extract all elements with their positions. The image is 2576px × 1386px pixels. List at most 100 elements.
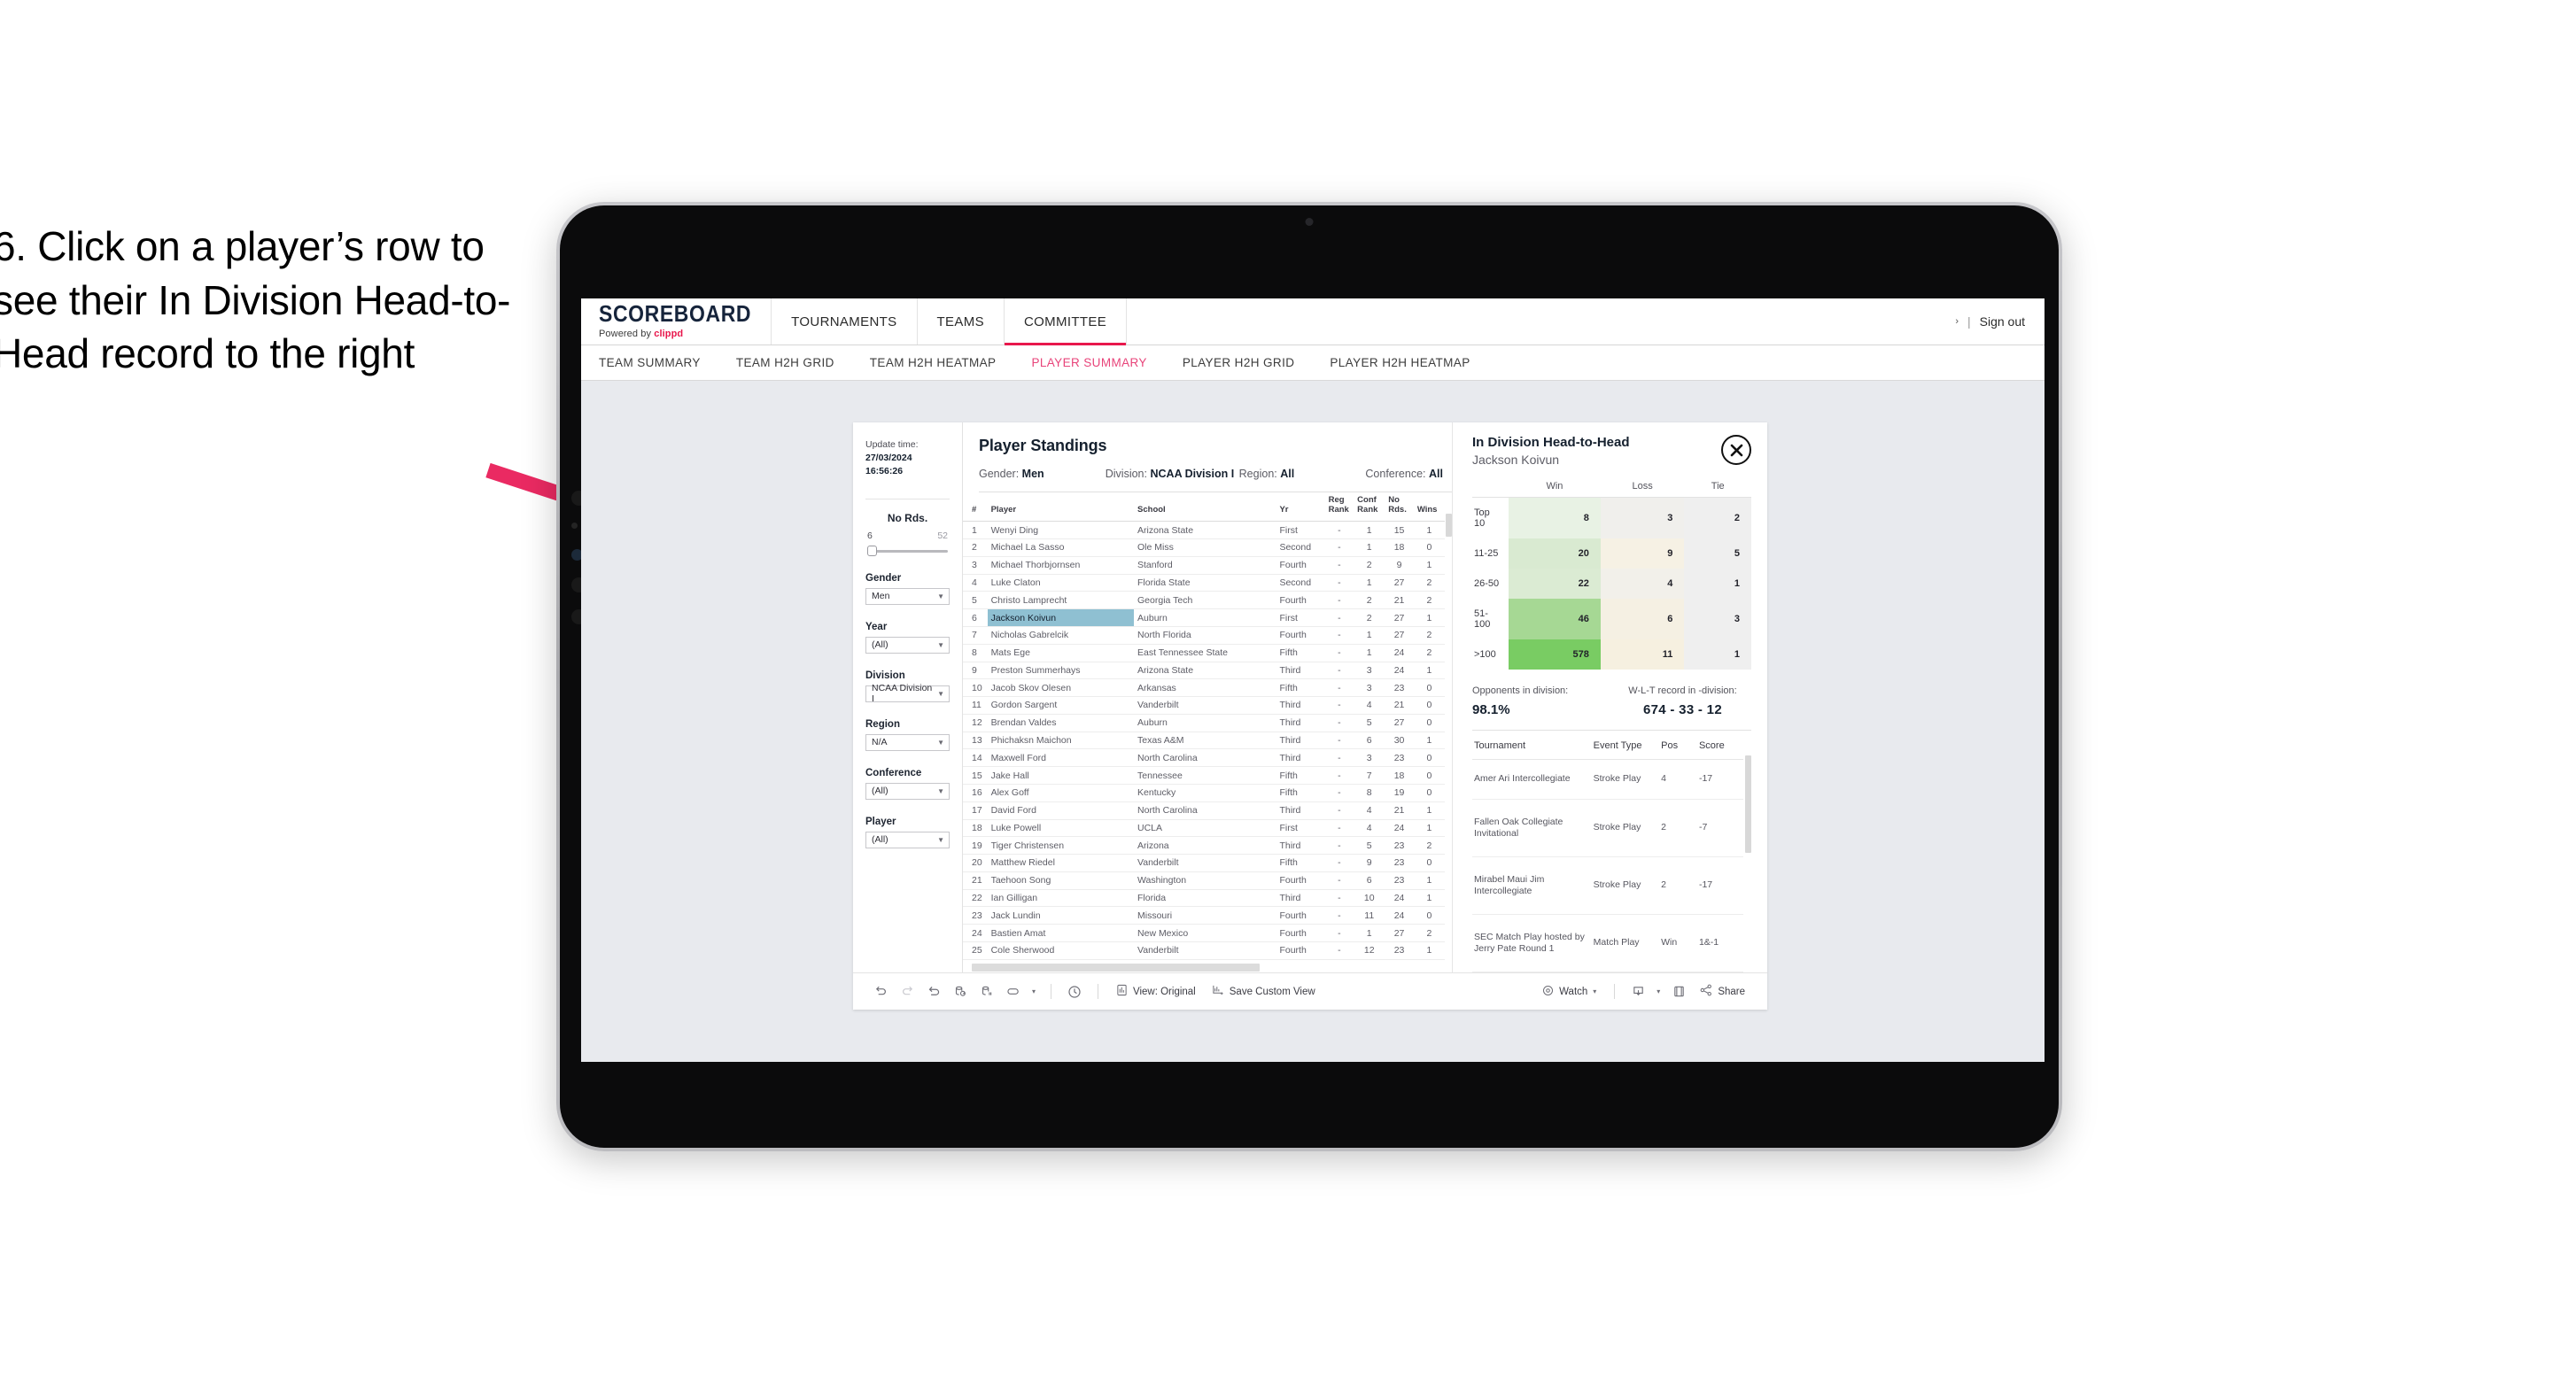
- no-rounds-slider[interactable]: [865, 545, 950, 556]
- col-school[interactable]: School: [1134, 492, 1276, 523]
- subnav-item-team-h2h-grid[interactable]: TEAM H2H GRID: [736, 356, 834, 369]
- brand-logo[interactable]: SCOREBOARD Powered by clippd: [581, 298, 772, 345]
- h2h-cell-loss[interactable]: 4: [1600, 569, 1685, 599]
- h2h-cell-win[interactable]: 20: [1508, 538, 1601, 569]
- table-row[interactable]: 1 Wenyi Ding Arizona State First -1 15 1: [963, 521, 1445, 540]
- h2h-cell-loss[interactable]: 11: [1600, 639, 1685, 670]
- col-tournament[interactable]: Tournament: [1472, 732, 1592, 760]
- table-row[interactable]: Fallen Oak Collegiate Invitational Stroke…: [1472, 799, 1743, 858]
- tournaments-scrollbar[interactable]: [1745, 732, 1751, 972]
- filter-select-year[interactable]: (All) ▼: [865, 636, 950, 654]
- filter-select-region[interactable]: N/A ▼: [865, 733, 950, 751]
- table-row[interactable]: 14 Maxwell Ford North Carolina Third -3 23 0: [963, 748, 1445, 768]
- table-row[interactable]: Amer Ari Intercollegiate Stroke Play 4 -17: [1472, 759, 1743, 801]
- h2h-cell-win[interactable]: 578: [1508, 639, 1601, 670]
- table-row[interactable]: 9 Preston Summerhays Arizona State Third -3 2…: [963, 662, 1445, 680]
- col-reg-rank[interactable]: Reg Rank: [1324, 492, 1354, 523]
- table-row[interactable]: 11 Gordon Sargent Vanderbilt Third -4 21 0: [963, 696, 1445, 715]
- h2h-cell-loss[interactable]: 6: [1600, 599, 1685, 639]
- history-icon[interactable]: [1061, 979, 1088, 1004]
- pause-updates-icon[interactable]: [974, 979, 1000, 1004]
- col-rank[interactable]: #: [963, 492, 988, 523]
- table-row[interactable]: 7 Nicholas Gabrelcik North Florida Fourth -1…: [963, 626, 1445, 645]
- slider-handle[interactable]: [867, 545, 877, 556]
- table-row[interactable]: 6 Jackson Koivun Auburn First -2 27 1: [963, 608, 1445, 627]
- redo-icon[interactable]: [894, 979, 920, 1004]
- download-icon[interactable]: [1625, 979, 1651, 1004]
- col-wins[interactable]: Wins: [1413, 492, 1445, 523]
- horizontal-scrollbar[interactable]: [972, 963, 1436, 972]
- table-row[interactable]: 22 Ian Gilligan Florida Third -10 24 1: [963, 889, 1445, 908]
- table-row[interactable]: 3 Michael Thorbjornsen Stanford Fourth -2 9 1: [963, 556, 1445, 575]
- filter-select-conference[interactable]: (All) ▼: [865, 782, 950, 800]
- table-row[interactable]: SEC Match Play hosted by Jerry Pate Roun…: [1472, 914, 1743, 972]
- h2h-cell-loss[interactable]: 9: [1600, 538, 1685, 569]
- col-yr[interactable]: Yr: [1276, 492, 1325, 523]
- highlight-icon[interactable]: [1000, 979, 1027, 1004]
- scrollbar-thumb[interactable]: [1446, 514, 1452, 537]
- cell-no-rds: 24: [1385, 644, 1414, 662]
- close-icon[interactable]: [1721, 435, 1751, 465]
- subnav-item-player-summary[interactable]: PLAYER SUMMARY: [1031, 356, 1146, 369]
- vertical-scrollbar[interactable]: [1445, 514, 1452, 972]
- h2h-cell-loss[interactable]: 3: [1600, 497, 1685, 538]
- scrollbar-thumb[interactable]: [972, 963, 1260, 972]
- table-row[interactable]: 8 Mats Ege East Tennessee State Fifth -1 24 2: [963, 644, 1445, 662]
- view-original-button[interactable]: View: Original: [1108, 984, 1204, 999]
- col-player[interactable]: Player: [987, 492, 1135, 523]
- user-menu-caret-icon[interactable]: ›: [1955, 316, 1959, 327]
- h2h-cell-win[interactable]: 8: [1508, 497, 1601, 538]
- h2h-cell-tie[interactable]: 1: [1684, 569, 1751, 599]
- col-event-type[interactable]: Event Type: [1591, 732, 1660, 760]
- nav-tab-teams[interactable]: TEAMS: [918, 298, 1005, 345]
- subnav-item-player-h2h-heatmap[interactable]: PLAYER H2H HEATMAP: [1330, 356, 1470, 369]
- subnav-item-team-summary[interactable]: TEAM SUMMARY: [599, 356, 701, 369]
- table-row[interactable]: 10 Jacob Skov Olesen Arkansas Fifth -3 23 0: [963, 678, 1445, 698]
- scrollbar-thumb[interactable]: [1745, 755, 1751, 853]
- nav-tab-committee[interactable]: COMMITTEE: [1004, 298, 1128, 345]
- table-row[interactable]: 23 Jack Lundin Missouri Fourth -11 24 0: [963, 906, 1445, 925]
- table-row[interactable]: Mirabel Maui Jim Intercollegiate Stroke P…: [1472, 856, 1743, 915]
- table-row[interactable]: 5 Christo Lamprecht Georgia Tech Fourth -2 21…: [963, 591, 1445, 610]
- filter-select-player[interactable]: (All) ▼: [865, 831, 950, 848]
- h2h-cell-tie[interactable]: 3: [1684, 599, 1751, 639]
- table-row[interactable]: 20 Matthew Riedel Vanderbilt Fifth -9 23 0: [963, 854, 1445, 872]
- subnav-item-team-h2h-heatmap[interactable]: TEAM H2H HEATMAP: [870, 356, 997, 369]
- col-score[interactable]: Score: [1696, 732, 1743, 760]
- revert-icon[interactable]: [920, 979, 947, 1004]
- filter-select-division[interactable]: NCAA Division I ▼: [865, 683, 950, 704]
- share-button[interactable]: Share: [1692, 984, 1753, 999]
- nav-tab-tournaments[interactable]: TOURNAMENTS: [772, 298, 918, 345]
- table-row[interactable]: 17 David Ford North Carolina Third -4 21 1: [963, 801, 1445, 820]
- table-row[interactable]: 4 Luke Claton Florida State Second -1 27 2: [963, 574, 1445, 592]
- table-row[interactable]: 16 Alex Goff Kentucky Fifth -8 19 0: [963, 784, 1445, 802]
- table-row[interactable]: 15 Jake Hall Tennessee Fifth -7 18 0: [963, 766, 1445, 785]
- col-conf-rank[interactable]: Conf Rank: [1354, 492, 1385, 523]
- col-no-rds[interactable]: No Rds.: [1385, 492, 1414, 523]
- refresh-data-icon[interactable]: [947, 979, 974, 1004]
- table-row[interactable]: 25 Cole Sherwood Vanderbilt Fourth -12 23 1: [963, 941, 1445, 960]
- chevron-down-icon[interactable]: ▾: [1027, 979, 1041, 1004]
- h2h-cell-tie[interactable]: 5: [1684, 538, 1751, 569]
- h2h-cell-tie[interactable]: 1: [1684, 639, 1751, 670]
- table-row[interactable]: 19 Tiger Christensen Arizona Third -5 23 2: [963, 836, 1445, 856]
- chevron-down-icon: ▼: [937, 738, 944, 747]
- h2h-cell-win[interactable]: 22: [1508, 569, 1601, 599]
- col-pos[interactable]: Pos: [1659, 732, 1697, 760]
- save-custom-view-button[interactable]: Save Custom View: [1204, 984, 1323, 999]
- table-row[interactable]: 12 Brendan Valdes Auburn Third -5 27 0: [963, 714, 1445, 732]
- h2h-cell-win[interactable]: 46: [1508, 599, 1601, 639]
- chevron-down-icon[interactable]: ▾: [1651, 979, 1665, 1004]
- h2h-cell-tie[interactable]: 2: [1684, 497, 1751, 538]
- table-row[interactable]: 13 Phichaksn Maichon Texas A&M Third -6 30 1: [963, 732, 1445, 750]
- table-row[interactable]: 2 Michael La Sasso Ole Miss Second -1 18 0: [963, 538, 1445, 557]
- table-row[interactable]: 24 Bastien Amat New Mexico Fourth -1 27 2: [963, 924, 1445, 942]
- table-row[interactable]: 18 Luke Powell UCLA First -4 24 1: [963, 819, 1445, 838]
- filter-select-gender[interactable]: Men ▼: [865, 587, 950, 605]
- table-row[interactable]: 21 Taehoon Song Washington Fourth -6 23 1: [963, 871, 1445, 890]
- subnav-item-player-h2h-grid[interactable]: PLAYER H2H GRID: [1183, 356, 1295, 369]
- undo-icon[interactable]: [867, 979, 894, 1004]
- sign-out-link[interactable]: Sign out: [1980, 314, 2025, 329]
- watch-button[interactable]: Watch ▾: [1534, 985, 1604, 999]
- fullscreen-icon[interactable]: [1665, 979, 1692, 1004]
